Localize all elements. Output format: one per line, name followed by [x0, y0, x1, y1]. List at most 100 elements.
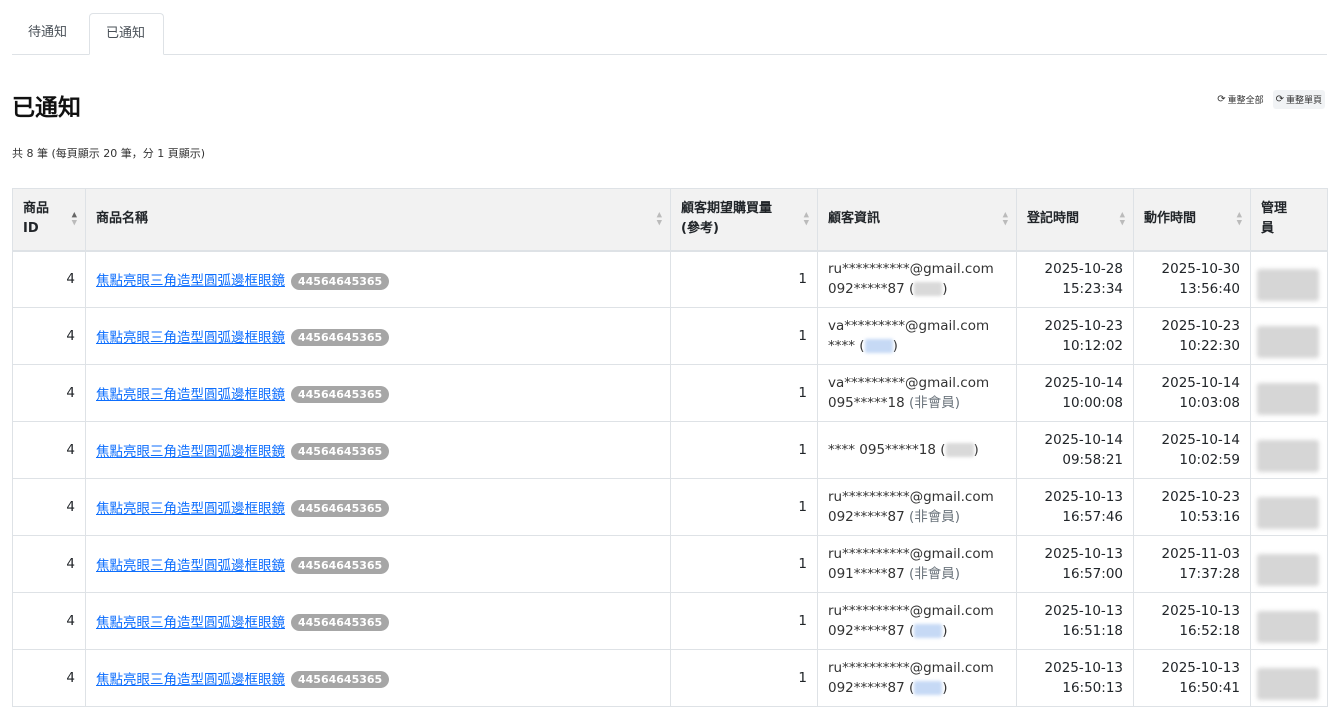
customer-info: ru**********@gmail.com 092*****87 (): [817, 592, 1017, 650]
col-product-id-header[interactable]: 商品 ID ▲ ▼: [12, 188, 86, 252]
member-status: (非會員): [909, 566, 961, 582]
customer-phone: 092*****87 (: [828, 281, 915, 298]
register-date: 2025-10-13: [1044, 546, 1123, 562]
register-clock: 15:23:34: [1062, 281, 1123, 298]
table-row: 4 焦點亮眼三角造型圓弧邊框眼鏡 44564645365 1 ru********…: [12, 535, 1328, 593]
product-link[interactable]: 焦點亮眼三角造型圓弧邊框眼鏡: [96, 444, 285, 460]
col-register-time-header[interactable]: 登記時間 ▲ ▼: [1016, 188, 1134, 252]
sort-icon: ▲ ▼: [656, 210, 662, 227]
sort-icon: ▲ ▼: [803, 210, 809, 227]
customer-name-redacted[interactable]: [864, 339, 893, 353]
action-time: 2025-10-13 16:50:41: [1133, 649, 1251, 707]
product-id: 4: [12, 307, 86, 365]
customer-phone-tail: ): [942, 680, 948, 696]
customer-info: ru**********@gmail.com 091*****87 (非會員): [817, 535, 1017, 593]
product-id: 4: [12, 421, 86, 479]
product-link[interactable]: 焦點亮眼三角造型圓弧邊框眼鏡: [96, 672, 285, 688]
col-product-name-label: 商品名稱: [96, 211, 149, 227]
customer-phone-tail: ): [973, 442, 979, 458]
col-register-time-label: 登記時間: [1027, 211, 1080, 227]
admin-cell: [1250, 250, 1328, 308]
customer-info: ru**********@gmail.com 092*****87 (): [817, 649, 1017, 707]
quantity: 1: [670, 592, 818, 650]
product-link[interactable]: 焦點亮眼三角造型圓弧邊框眼鏡: [96, 387, 285, 403]
register-clock: 16:51:18: [1062, 623, 1123, 639]
admin-redacted: [1257, 326, 1319, 358]
register-date: 2025-10-13: [1044, 660, 1123, 676]
customer-name-redacted[interactable]: [914, 681, 943, 695]
register-date: 2025-10-13: [1044, 489, 1123, 505]
register-time: 2025-10-13 16:50:13: [1016, 649, 1134, 707]
customer-info: ru**********@gmail.com 092*****87 (非會員): [817, 478, 1017, 536]
product-id: 4: [12, 592, 86, 650]
action-date: 2025-10-30: [1161, 261, 1240, 278]
register-date: 2025-10-13: [1044, 603, 1123, 619]
action-date: 2025-11-03: [1161, 546, 1240, 562]
admin-redacted: [1257, 668, 1319, 700]
admin-cell: [1250, 421, 1328, 479]
register-clock: 10:12:02: [1062, 338, 1123, 354]
refresh-icon: ⟳: [1217, 93, 1226, 105]
customer-phone: 095*****18: [828, 395, 905, 411]
table-row: 4 焦點亮眼三角造型圓弧邊框眼鏡 44564645365 1 ru********…: [12, 592, 1328, 650]
col-admin-header[interactable]: 管理 員: [1250, 188, 1328, 252]
notified-table: 商品 ID ▲ ▼ 商品名稱 ▲ ▼ 顧客期望購買量 (參考) ▲ ▼ 顧客資訊 ▲ ▼ 登記時間 ▲ ▼ 動…: [12, 188, 1328, 707]
admin-cell: [1250, 535, 1328, 593]
sku-badge: 44564645365: [291, 272, 390, 290]
tab-notified[interactable]: 已通知: [89, 13, 164, 55]
quantity: 1: [670, 421, 818, 479]
result-summary: 共 8 筆 (每頁顯示 20 筆，分 1 頁顯示): [12, 147, 206, 160]
action-date: 2025-10-23: [1161, 318, 1240, 334]
table-row: 4 焦點亮眼三角造型圓弧邊框眼鏡 44564645365 1 ru********…: [12, 250, 1328, 308]
col-action-time-header[interactable]: 動作時間 ▲ ▼: [1133, 188, 1251, 252]
action-date: 2025-10-13: [1161, 603, 1240, 619]
sort-icon: ▲ ▼: [71, 210, 77, 227]
product-link[interactable]: 焦點亮眼三角造型圓弧邊框眼鏡: [96, 501, 285, 517]
register-time: 2025-10-13 16:51:18: [1016, 592, 1134, 650]
reload-page-button[interactable]: ⟳ 重整單頁: [1272, 90, 1325, 109]
action-clock: 16:50:41: [1179, 680, 1240, 696]
col-quantity-header[interactable]: 顧客期望購買量 (參考) ▲ ▼: [670, 188, 818, 252]
action-time: 2025-10-23 10:53:16: [1133, 478, 1251, 536]
customer-info: ru**********@gmail.com 092*****87 (): [817, 250, 1017, 308]
register-clock: 10:00:08: [1062, 395, 1123, 411]
customer-phone-tail: ): [892, 338, 898, 354]
reload-all-button[interactable]: ⟳ 重整全部: [1214, 90, 1267, 109]
table-row: 4 焦點亮眼三角造型圓弧邊框眼鏡 44564645365 1 ru********…: [12, 649, 1328, 707]
product-link[interactable]: 焦點亮眼三角造型圓弧邊框眼鏡: [96, 330, 285, 346]
product-id: 4: [12, 649, 86, 707]
product-link[interactable]: 焦點亮眼三角造型圓弧邊框眼鏡: [96, 558, 285, 574]
tab-pending[interactable]: 待通知: [12, 13, 88, 55]
table-row: 4 焦點亮眼三角造型圓弧邊框眼鏡 44564645365 1 **** 095**…: [12, 421, 1328, 479]
col-product-name-header[interactable]: 商品名稱 ▲ ▼: [85, 188, 671, 252]
quantity: 1: [670, 478, 818, 536]
product-id: 4: [12, 250, 86, 308]
admin-cell: [1250, 478, 1328, 536]
customer-name-redacted[interactable]: [914, 624, 943, 638]
action-date: 2025-10-13: [1161, 660, 1240, 676]
customer-phone: 092*****87: [828, 509, 905, 525]
col-action-time-label: 動作時間: [1144, 211, 1197, 227]
customer-info: va*********@gmail.com **** (): [817, 307, 1017, 365]
register-time: 2025-10-28 15:23:34: [1016, 250, 1134, 308]
sku-badge: 44564645365: [291, 386, 390, 404]
table-row: 4 焦點亮眼三角造型圓弧邊框眼鏡 44564645365 1 va********…: [12, 364, 1328, 422]
action-clock: 17:37:28: [1179, 566, 1240, 582]
customer-email: va*********@gmail.com: [828, 375, 990, 391]
page-title: 已通知: [12, 95, 81, 121]
sort-icon: ▲ ▼: [1236, 210, 1242, 227]
product-link[interactable]: 焦點亮眼三角造型圓弧邊框眼鏡: [96, 615, 285, 631]
register-time: 2025-10-14 09:58:21: [1016, 421, 1134, 479]
customer-name-redacted: [945, 443, 974, 457]
customer-info: **** 095*****18 (): [817, 421, 1017, 479]
col-admin-label: 管理 員: [1261, 201, 1288, 237]
sku-badge: 44564645365: [291, 557, 390, 575]
action-date: 2025-10-23: [1161, 489, 1240, 505]
action-clock: 10:03:08: [1179, 395, 1240, 411]
member-status: (非會員): [909, 395, 961, 411]
col-customer-info-header[interactable]: 顧客資訊 ▲ ▼: [817, 188, 1017, 252]
member-status: (非會員): [909, 509, 961, 525]
customer-email: va*********@gmail.com: [828, 318, 990, 334]
product-link[interactable]: 焦點亮眼三角造型圓弧邊框眼鏡: [96, 273, 285, 289]
table-row: 4 焦點亮眼三角造型圓弧邊框眼鏡 44564645365 1 ru********…: [12, 478, 1328, 536]
